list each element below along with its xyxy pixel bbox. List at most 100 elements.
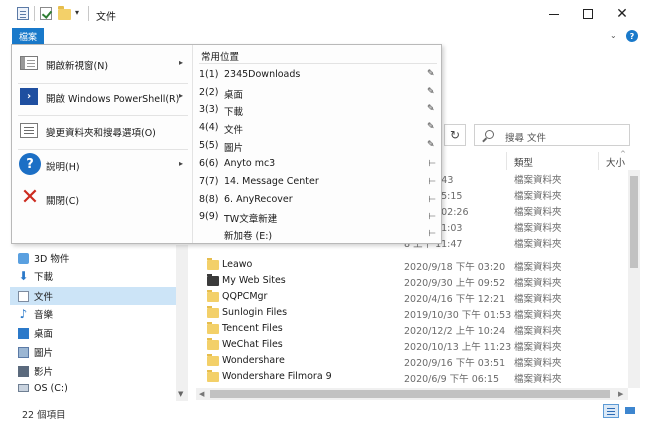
place-name: 下載 — [224, 107, 244, 118]
toolbar-separator — [34, 6, 35, 21]
search-input[interactable]: 搜尋 文件 — [474, 124, 630, 146]
pin-icon[interactable]: ✎ — [427, 104, 435, 114]
pin-icon[interactable]: ✎ — [427, 122, 435, 132]
list-item[interactable]: Sunlogin Files 2019/10/30 下午 01:53 檔案資料夾 — [196, 305, 626, 321]
file-type: 檔案資料夾 — [514, 294, 562, 305]
refresh-button[interactable]: ↻ — [444, 124, 466, 146]
nav-item-3d-objects[interactable]: 3D 物件 — [10, 249, 176, 267]
frequent-place-item[interactable]: 4(4) 文件 ✎ — [193, 120, 442, 137]
web-folder-icon — [207, 274, 219, 286]
scrollbar-thumb[interactable] — [210, 390, 610, 398]
column-divider[interactable] — [598, 152, 599, 170]
folder-icon — [207, 306, 219, 318]
details-view-icon[interactable] — [603, 404, 619, 418]
place-number: 7(7) — [199, 176, 219, 187]
nav-item-documents[interactable]: 文件 — [10, 287, 176, 305]
file-type: 檔案資料夾 — [514, 374, 562, 385]
navigation-scrollbar[interactable] — [176, 245, 188, 401]
frequent-place-item[interactable]: 9(9) TW文章新建 ⊥ — [193, 209, 442, 226]
refresh-icon: ↻ — [449, 128, 461, 142]
file-list-vertical-scrollbar[interactable] — [628, 170, 640, 388]
file-date: 2020/4/16 下午 12:21 — [404, 294, 506, 305]
file-type: 檔案資料夾 — [514, 342, 562, 353]
file-list-horizontal-scrollbar[interactable]: ◀ ▶ — [196, 388, 628, 400]
file-type: 檔案資料夾 — [514, 191, 562, 202]
maximize-button[interactable] — [570, 0, 606, 28]
pin-icon[interactable]: ✎ — [427, 69, 435, 79]
file-name: My Web Sites — [222, 275, 286, 286]
checkmark-icon[interactable] — [40, 7, 52, 20]
list-item[interactable]: WeChat Files 2020/10/13 上午 11:23 檔案資料夾 — [196, 337, 626, 353]
frequent-place-item[interactable]: 新加卷 (E:) ⊥ — [193, 226, 442, 243]
properties-icon[interactable] — [17, 7, 29, 20]
expand-ribbon-chevron-icon[interactable]: ⌄ — [610, 31, 617, 40]
menu-item-folder-options[interactable]: 變更資料夾和搜尋選項(O) — [12, 114, 192, 148]
place-name: 6. AnyRecover — [224, 194, 293, 205]
list-item[interactable]: QQPCMgr 2020/4/16 下午 12:21 檔案資料夾 — [196, 289, 626, 305]
place-name: TW文章新建 — [224, 214, 278, 225]
file-type: 檔案資料夾 — [514, 239, 562, 250]
frequent-place-item[interactable]: 2(2) 桌面 ✎ — [193, 85, 442, 102]
nav-item-downloads[interactable]: ⬇ 下載 — [10, 267, 176, 285]
pin-icon[interactable]: ✎ — [427, 140, 435, 150]
submenu-arrow-icon: ▸ — [179, 58, 184, 67]
menu-item-close[interactable]: ✕ 關閉(C) — [12, 182, 192, 216]
column-header-type[interactable]: 類型 — [514, 155, 533, 169]
file-type: 檔案資料夾 — [514, 358, 562, 369]
list-item[interactable]: My Web Sites 2020/9/30 上午 09:52 檔案資料夾 — [196, 273, 626, 289]
frequent-place-item[interactable]: 7(7) 14. Message Center ⊥ — [193, 174, 442, 191]
nav-item-os-drive[interactable]: OS (C:) — [10, 379, 176, 397]
new-folder-icon[interactable] — [58, 6, 71, 20]
file-type: 檔案資料夾 — [514, 326, 562, 337]
file-menu: 開啟新視窗(N) ▸ › 開啟 Windows PowerShell(R) ▸ … — [11, 44, 442, 244]
list-item[interactable]: Wondershare Filmora 9 2020/6/9 下午 06:15 … — [196, 369, 626, 385]
place-name: 圖片 — [224, 143, 244, 154]
file-type: 檔案資料夾 — [514, 310, 562, 321]
customize-toolbar-dropdown-icon[interactable]: ▾ — [75, 8, 85, 20]
nav-item-music[interactable]: ♪ 音樂 — [10, 305, 176, 323]
folder-icon — [207, 322, 219, 334]
unpinned-icon[interactable]: ⊥ — [426, 212, 436, 220]
list-item[interactable]: Tencent Files 2020/12/2 上午 10:24 檔案資料夾 — [196, 321, 626, 337]
scroll-right-icon[interactable]: ▶ — [618, 390, 623, 398]
file-name: Wondershare — [222, 355, 285, 366]
frequent-place-item[interactable]: 1(1) 2345Downloads ✎ — [193, 67, 442, 84]
place-name: 桌面 — [224, 90, 244, 101]
minimize-button[interactable] — [536, 0, 572, 28]
scrollbar-thumb[interactable] — [630, 176, 638, 268]
close-window-button[interactable]: ✕ — [604, 0, 640, 28]
sort-up-icon: ^ — [620, 150, 626, 158]
title-bar: ▾ 文件 ✕ — [0, 0, 650, 28]
large-icons-view-icon[interactable] — [622, 404, 638, 418]
help-icon[interactable]: ? — [626, 30, 638, 42]
frequent-place-item[interactable]: 5(5) 圖片 ✎ — [193, 138, 442, 155]
menu-item-open-new-window[interactable]: 開啟新視窗(N) ▸ — [12, 47, 192, 81]
file-tab[interactable]: 檔案 — [12, 28, 44, 44]
nav-item-label: 桌面 — [34, 329, 54, 340]
menu-item-label: 說明(H) — [46, 162, 80, 173]
list-item[interactable]: Wondershare 2020/9/16 下午 03:51 檔案資料夾 — [196, 353, 626, 369]
unpinned-icon[interactable]: ⊥ — [426, 159, 436, 167]
pin-icon[interactable]: ✎ — [427, 87, 435, 97]
nav-item-label: 文件 — [34, 292, 54, 303]
list-item[interactable]: Leawo 2020/9/18 下午 03:20 檔案資料夾 — [196, 257, 626, 273]
column-divider[interactable] — [506, 152, 507, 170]
document-icon — [18, 290, 29, 302]
menu-item-help[interactable]: ? 說明(H) ▸ — [12, 148, 192, 182]
menu-item-label: 關閉(C) — [46, 196, 80, 207]
frequent-place-item[interactable]: 8(8) 6. AnyRecover ⊥ — [193, 192, 442, 209]
nav-item-videos[interactable]: 影片 — [10, 362, 176, 380]
scroll-left-icon[interactable]: ◀ — [199, 390, 204, 398]
menu-item-open-powershell[interactable]: › 開啟 Windows PowerShell(R) ▸ — [12, 80, 192, 114]
navigation-pane: 3D 物件 ⬇ 下載 文件 ♪ 音樂 桌面 圖片 影片 OS (C:) — [10, 245, 188, 401]
unpinned-icon[interactable]: ⊥ — [426, 177, 436, 185]
file-type: 檔案資料夾 — [514, 207, 562, 218]
unpinned-icon[interactable]: ⊥ — [426, 195, 436, 203]
frequent-place-item[interactable]: 6(6) Anyto mc3 ⊥ — [193, 156, 442, 173]
close-icon: ✕ — [616, 6, 628, 22]
nav-item-desktop[interactable]: 桌面 — [10, 324, 176, 342]
frequent-place-item[interactable]: 3(3) 下載 ✎ — [193, 102, 442, 119]
scroll-down-icon[interactable]: ▼ — [178, 390, 183, 398]
unpinned-icon[interactable]: ⊥ — [426, 229, 436, 237]
nav-item-pictures[interactable]: 圖片 — [10, 343, 176, 361]
